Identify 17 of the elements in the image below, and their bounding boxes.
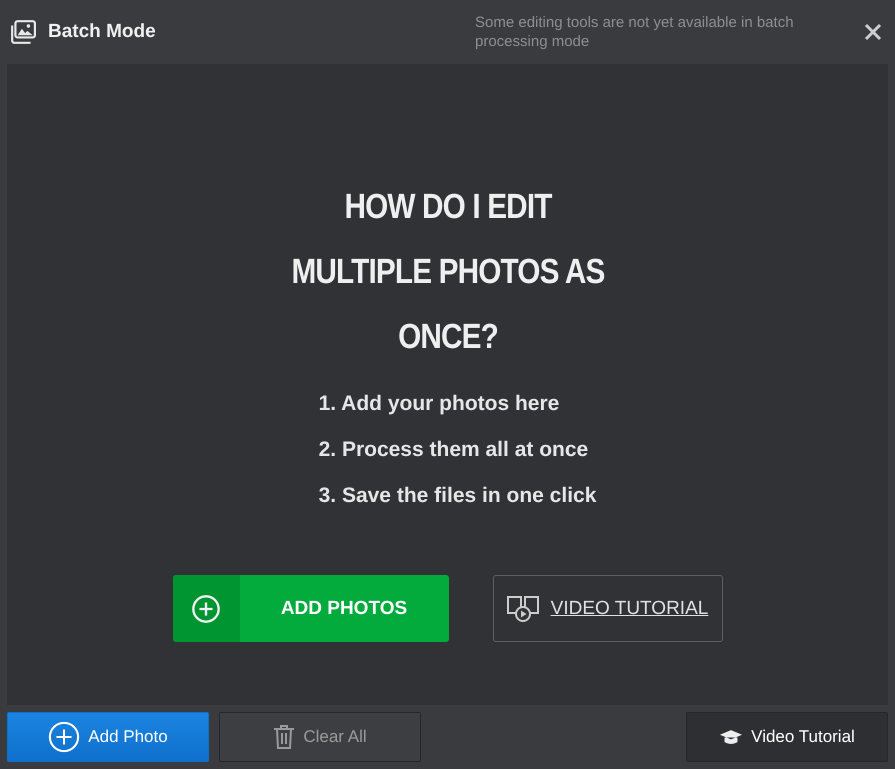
- video-book-icon: [506, 594, 539, 622]
- add-photo-button[interactable]: Add Photo: [7, 712, 209, 762]
- step-text: 3. Save the files in one click: [318, 483, 596, 509]
- photos-icon: [10, 20, 36, 44]
- notice-text: Some editing tools are not yet available in batch processing mode: [475, 13, 795, 51]
- close-icon[interactable]: [863, 22, 883, 42]
- video-tutorial-button[interactable]: VIDEO TUTORIAL: [492, 575, 722, 642]
- plus-icon: [48, 721, 80, 753]
- trash-icon: [273, 724, 296, 750]
- plus-icon: [191, 594, 221, 624]
- window-title: Batch Mode: [48, 21, 156, 43]
- step-text: 1. Add your photos here: [318, 391, 560, 417]
- graduation-cap-icon: [719, 728, 744, 746]
- step-text: 2. Process them all at once: [318, 437, 590, 463]
- video-tutorial-button[interactable]: Video Tutorial: [686, 712, 888, 762]
- heading: HOW DO I EDIT MULTIPLE PHOTOS AS ONCE?: [290, 186, 606, 358]
- add-photos-button[interactable]: ADD PHOTOS: [172, 575, 448, 642]
